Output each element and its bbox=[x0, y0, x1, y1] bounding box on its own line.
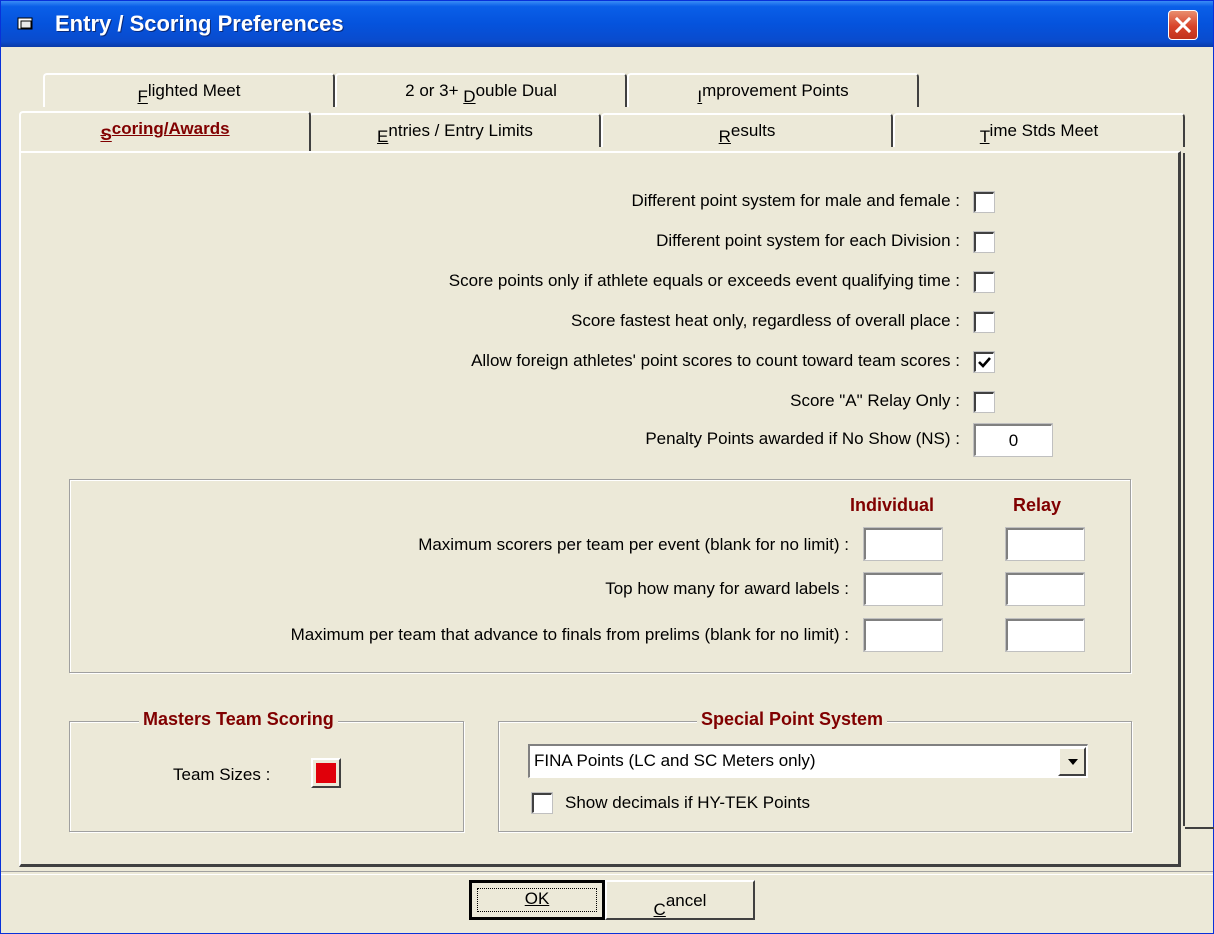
tab-entries-limits[interactable]: Entries / Entry Limits bbox=[309, 113, 601, 147]
masters-group-title: Masters Team Scoring bbox=[139, 709, 338, 730]
close-button[interactable] bbox=[1168, 10, 1198, 40]
option-label: Score fastest heat only, regardless of o… bbox=[571, 311, 960, 330]
option-checkbox-foreign-athletes[interactable] bbox=[973, 351, 995, 373]
title-bar: Entry / Scoring Preferences bbox=[1, 1, 1213, 47]
team-sizes-color-button[interactable] bbox=[311, 758, 341, 788]
option-checkbox-gender-points[interactable] bbox=[973, 191, 995, 213]
close-icon bbox=[1174, 16, 1192, 34]
option-checkbox-qualifying-time[interactable] bbox=[973, 271, 995, 293]
chevron-down-icon bbox=[1068, 759, 1078, 765]
team-sizes-label: Team Sizes : bbox=[173, 765, 271, 784]
show-decimals-checkbox[interactable] bbox=[531, 792, 553, 814]
panel-edge bbox=[1183, 153, 1185, 826]
tab-label: Entries / Entry Limits bbox=[377, 121, 533, 146]
footer-divider bbox=[1, 871, 1213, 875]
dropdown-arrow-button[interactable] bbox=[1058, 747, 1086, 776]
special-group-title: Special Point System bbox=[697, 709, 888, 730]
panel-edge bbox=[1185, 827, 1214, 829]
option-label: Allow foreign athletes' point scores to … bbox=[471, 351, 960, 370]
column-header-relay: Relay bbox=[1013, 495, 1062, 515]
penalty-points-input[interactable] bbox=[973, 423, 1053, 457]
tab-double-dual[interactable]: 2 or 3+ Double Dual bbox=[335, 73, 627, 107]
checkmark-icon bbox=[978, 357, 991, 368]
tab-results[interactable]: Results bbox=[601, 113, 893, 147]
tab-label: Time Stds Meet bbox=[979, 121, 1099, 146]
color-swatch bbox=[316, 763, 336, 783]
tab-label: Flighted Meet bbox=[137, 81, 241, 106]
ok-label: OK bbox=[524, 889, 550, 908]
penalty-label: Penalty Points awarded if No Show (NS) : bbox=[645, 429, 960, 448]
option-label: Score "A" Relay Only : bbox=[790, 391, 960, 410]
dialog-window: Entry / Scoring Preferences Flighted Mee… bbox=[0, 0, 1214, 934]
option-label: Score points only if athlete equals or e… bbox=[448, 271, 960, 290]
advance-finals-relay-input[interactable] bbox=[1005, 618, 1085, 652]
cancel-button[interactable]: Cancel bbox=[605, 880, 755, 920]
app-icon bbox=[17, 16, 35, 32]
tab-label: 2 or 3+ Double Dual bbox=[405, 81, 557, 106]
option-checkbox-fastest-heat[interactable] bbox=[973, 311, 995, 333]
max-scorers-relay-input[interactable] bbox=[1005, 527, 1085, 561]
tab-label: Improvement Points bbox=[697, 81, 849, 106]
tab-time-stds-meet[interactable]: Time Stds Meet bbox=[893, 113, 1185, 147]
column-header-individual: Individual bbox=[850, 495, 935, 515]
advance-finals-individual-input[interactable] bbox=[863, 618, 943, 652]
option-checkbox-division-points[interactable] bbox=[973, 231, 995, 253]
limit-label: Maximum per team that advance to finals … bbox=[290, 625, 849, 644]
cancel-label: Cancel bbox=[653, 891, 707, 919]
award-labels-individual-input[interactable] bbox=[863, 572, 943, 606]
limit-label: Top how many for award labels : bbox=[605, 579, 849, 598]
tab-scoring-awards[interactable]: Scoring/Awards bbox=[19, 111, 311, 151]
limit-label: Maximum scorers per team per event (blan… bbox=[418, 535, 849, 554]
tab-flighted-meet[interactable]: Flighted Meet bbox=[43, 73, 335, 107]
award-labels-relay-input[interactable] bbox=[1005, 572, 1085, 606]
option-label: Different point system for each Division… bbox=[656, 231, 960, 250]
window-title: Entry / Scoring Preferences bbox=[55, 11, 344, 36]
tab-label: Scoring/Awards bbox=[100, 119, 230, 144]
ok-button[interactable]: OK bbox=[469, 880, 605, 920]
tab-improvement-points[interactable]: Improvement Points bbox=[627, 73, 919, 107]
tab-label: Results bbox=[718, 121, 776, 146]
show-decimals-label: Show decimals if HY-TEK Points bbox=[565, 793, 811, 812]
option-checkbox-a-relay-only[interactable] bbox=[973, 391, 995, 413]
point-system-select[interactable]: FINA Points (LC and SC Meters only) bbox=[528, 744, 1088, 778]
option-label: Different point system for male and fema… bbox=[631, 191, 960, 210]
point-system-value: FINA Points (LC and SC Meters only) bbox=[534, 751, 816, 770]
max-scorers-individual-input[interactable] bbox=[863, 527, 943, 561]
